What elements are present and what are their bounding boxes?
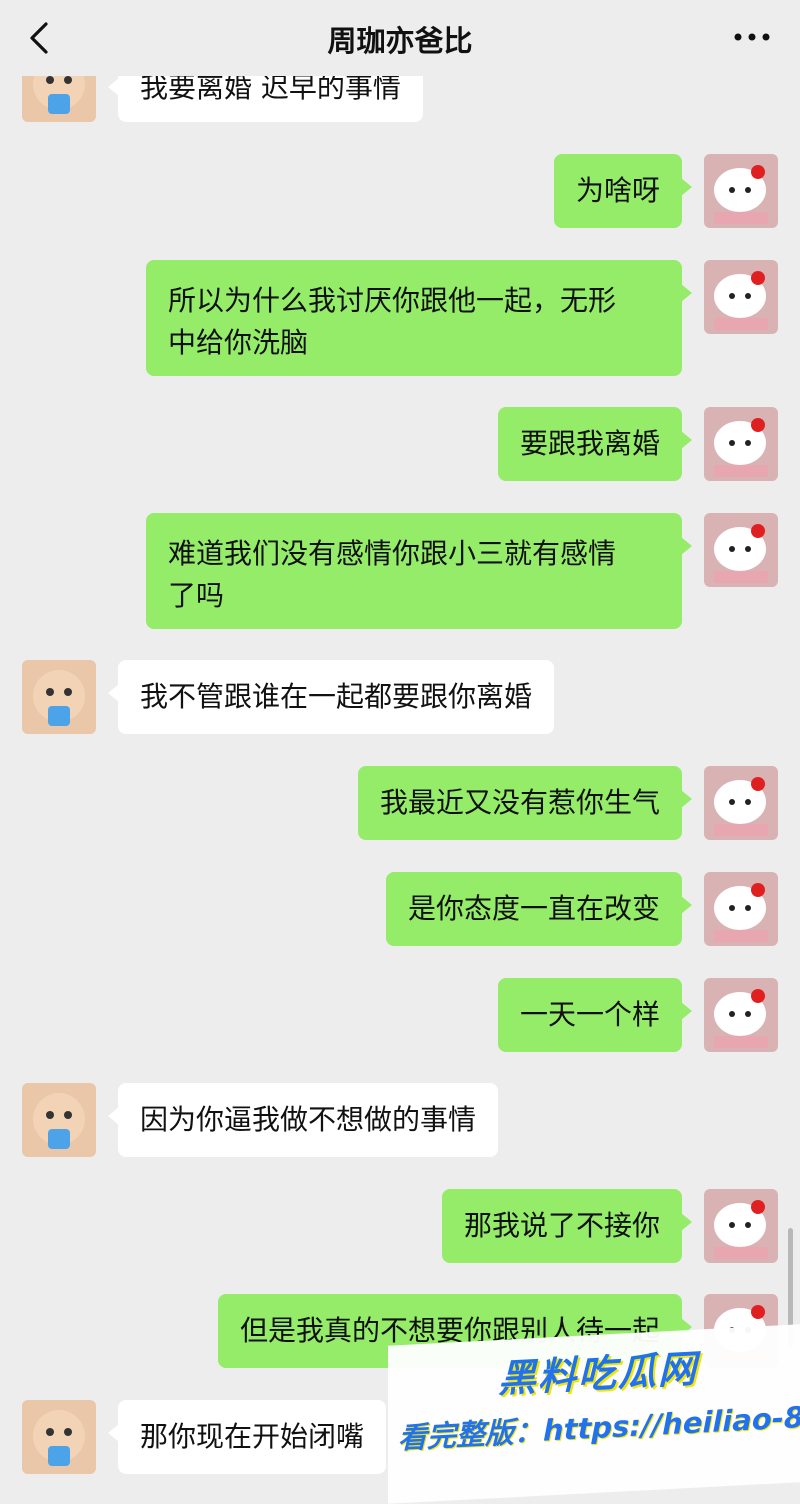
- message-bubble-outgoing[interactable]: 为啥呀: [553, 154, 693, 228]
- message-text: 一天一个样: [519, 998, 660, 1031]
- my-avatar[interactable]: [704, 260, 778, 334]
- chat-header: 周珈亦爸比: [0, 0, 800, 76]
- message-text: 因为你逼我做不想做的事情: [140, 1103, 477, 1136]
- message-bubble-outgoing[interactable]: 是你态度一直在改变: [385, 872, 693, 946]
- message-bubble-outgoing[interactable]: 要跟我离婚: [497, 407, 693, 481]
- my-avatar[interactable]: [704, 407, 778, 481]
- message-text: 那我说了不接你: [463, 1209, 660, 1242]
- contact-avatar[interactable]: [22, 660, 96, 734]
- message-bubble-outgoing[interactable]: 一天一个样: [497, 978, 693, 1052]
- message-bubble-outgoing[interactable]: 难道我们没有感情你跟小三就有感情 了吗: [146, 513, 692, 629]
- message-bubble-outgoing[interactable]: 所以为什么我讨厌你跟他一起，无形 中给你洗脑: [146, 260, 692, 376]
- message-bubble-incoming[interactable]: 我不管跟谁在一起都要跟你离婚: [107, 660, 555, 734]
- my-avatar[interactable]: [704, 1189, 778, 1263]
- my-avatar[interactable]: [704, 766, 778, 840]
- message-text: 为啥呀: [575, 174, 660, 207]
- watermark-banner: 黑料吃瓜网 看完整版：https://heiliao-83.com: [388, 1324, 800, 1504]
- my-avatar[interactable]: [704, 872, 778, 946]
- watermark-brand: 黑料吃瓜网: [498, 1346, 699, 1402]
- contact-avatar[interactable]: [22, 1083, 96, 1157]
- more-dots-icon: [734, 33, 770, 41]
- message-text: 是你态度一直在改变: [407, 892, 660, 925]
- contact-avatar[interactable]: [22, 1400, 96, 1474]
- message-text: 我最近又没有惹你生气: [379, 786, 660, 819]
- message-bubble-outgoing[interactable]: 那我说了不接你: [441, 1189, 693, 1263]
- message-bubble-incoming[interactable]: 因为你逼我做不想做的事情: [107, 1083, 499, 1157]
- my-avatar[interactable]: [704, 154, 778, 228]
- chat-title: 周珈亦爸比: [327, 24, 473, 58]
- message-bubble-outgoing[interactable]: 我最近又没有惹你生气: [357, 766, 693, 840]
- message-text: 我不管跟谁在一起都要跟你离婚: [140, 680, 533, 713]
- chat-area[interactable]: 我要离婚 迟早的事情 为啥呀 所以为什么我讨厌你跟他一起，无形 中给你洗脑 要跟…: [0, 0, 800, 1493]
- message-text: 所以为什么我讨厌你跟他一起，无形 中给你洗脑: [168, 284, 617, 359]
- message-text: 要跟我离婚: [519, 427, 660, 460]
- my-avatar[interactable]: [704, 513, 778, 587]
- watermark-url: 看完整版：https://heiliao-83.com: [398, 1394, 800, 1456]
- message-text: 那你现在开始闭嘴: [140, 1420, 365, 1453]
- my-avatar[interactable]: [704, 978, 778, 1052]
- message-text: 难道我们没有感情你跟小三就有感情 了吗: [168, 537, 617, 612]
- more-button[interactable]: [732, 22, 772, 52]
- message-bubble-incoming[interactable]: 那你现在开始闭嘴: [107, 1400, 387, 1474]
